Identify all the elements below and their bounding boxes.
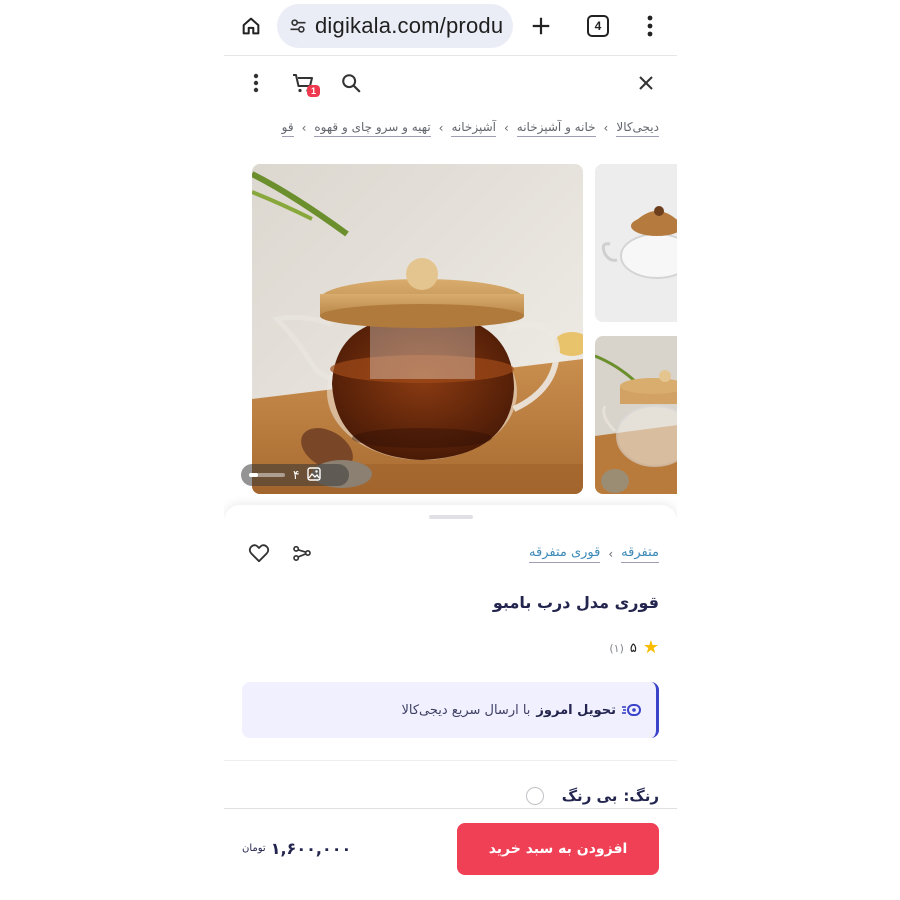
image-progress-fill [249, 473, 258, 477]
chevron-left-icon: › [608, 547, 614, 561]
category-link[interactable]: متفرقه [621, 545, 659, 563]
site-header: 1 [224, 57, 677, 109]
divider [224, 760, 677, 761]
breadcrumb: دیجی‌کالا › خانه و آشپزخانه › آشپزخانه ›… [224, 115, 677, 141]
search-icon[interactable] [337, 69, 365, 97]
color-label: رنگ: [623, 787, 659, 805]
delivery-title: تحویل امروز [536, 702, 616, 718]
delivery-description: با ارسال سریع دیجی‌کالا [401, 702, 531, 718]
breadcrumb-item[interactable]: آشپزخانه [451, 120, 496, 137]
new-tab-icon[interactable] [526, 11, 556, 41]
star-icon: ★ [642, 637, 659, 658]
product-main-image[interactable] [252, 164, 583, 494]
color-swatch[interactable] [525, 787, 544, 805]
breadcrumb-item[interactable]: دیجی‌کالا [616, 120, 659, 137]
breadcrumb-item[interactable]: تهیه و سرو چای و قهوه [314, 120, 431, 137]
breadcrumb-item[interactable]: قو [281, 120, 294, 137]
rating-value: ۵ [629, 640, 637, 656]
tab-switcher-button[interactable]: 4 [585, 13, 611, 39]
product-thumbnail[interactable] [595, 336, 677, 494]
sheet-handle[interactable] [429, 515, 473, 519]
gallery-icon [307, 466, 322, 485]
category-link[interactable]: قوری متفرقه [529, 545, 601, 563]
product-rating[interactable]: ★ ۵ (۱) [609, 639, 659, 657]
image-count: ۴ [293, 468, 300, 482]
tab-count: 4 [587, 15, 609, 37]
chevron-left-icon: › [603, 121, 609, 135]
cart-badge: 1 [306, 85, 320, 97]
color-selector: رنگ: بی رنگ [525, 787, 659, 805]
close-icon[interactable] [632, 69, 660, 97]
chevron-left-icon: › [438, 121, 444, 135]
address-bar[interactable]: digikala.com/produ [277, 4, 513, 48]
share-icon[interactable] [292, 543, 316, 567]
purchase-bar: افزودن به سبد خرید ۱,۶۰۰,۰۰۰ تومان [224, 808, 677, 900]
currency-label: تومان [242, 843, 266, 854]
image-progress-track [249, 473, 285, 477]
more-options-icon[interactable] [242, 69, 270, 97]
heart-icon[interactable] [248, 543, 272, 567]
price-value: ۱,۶۰۰,۰۰۰ [270, 839, 352, 858]
product-title: قوری مدل درب بامبو [492, 593, 659, 612]
product-thumbnail[interactable] [595, 164, 677, 322]
chevron-left-icon: › [301, 121, 307, 135]
image-counter[interactable]: ۴ [241, 464, 349, 486]
category-breadcrumb: متفرقه › قوری متفرقه [529, 545, 659, 563]
add-to-cart-button[interactable]: افزودن به سبد خرید [457, 823, 659, 875]
home-icon[interactable] [236, 11, 266, 41]
product-info-sheet: متفرقه › قوری متفرقه قوری مدل درب بامبو … [224, 505, 677, 815]
rating-count: (۱) [609, 641, 624, 655]
chevron-left-icon: › [503, 121, 509, 135]
url-text: digikala.com/produ [315, 13, 504, 38]
browser-menu-icon[interactable] [637, 11, 663, 41]
phone-screen: digikala.com/produ 4 1 دیجی‌کالا › خانه [224, 0, 677, 900]
color-value: بی رنگ [561, 787, 618, 805]
cart-icon[interactable]: 1 [289, 69, 320, 97]
breadcrumb-item[interactable]: خانه و آشپزخانه [516, 120, 596, 137]
fast-delivery-banner: تحویل امروز با ارسال سریع دیجی‌کالا [242, 682, 659, 738]
fast-delivery-icon [622, 703, 642, 717]
browser-toolbar: digikala.com/produ 4 [224, 0, 677, 56]
site-settings-icon[interactable] [283, 11, 313, 41]
price: ۱,۶۰۰,۰۰۰ تومان [242, 839, 351, 858]
